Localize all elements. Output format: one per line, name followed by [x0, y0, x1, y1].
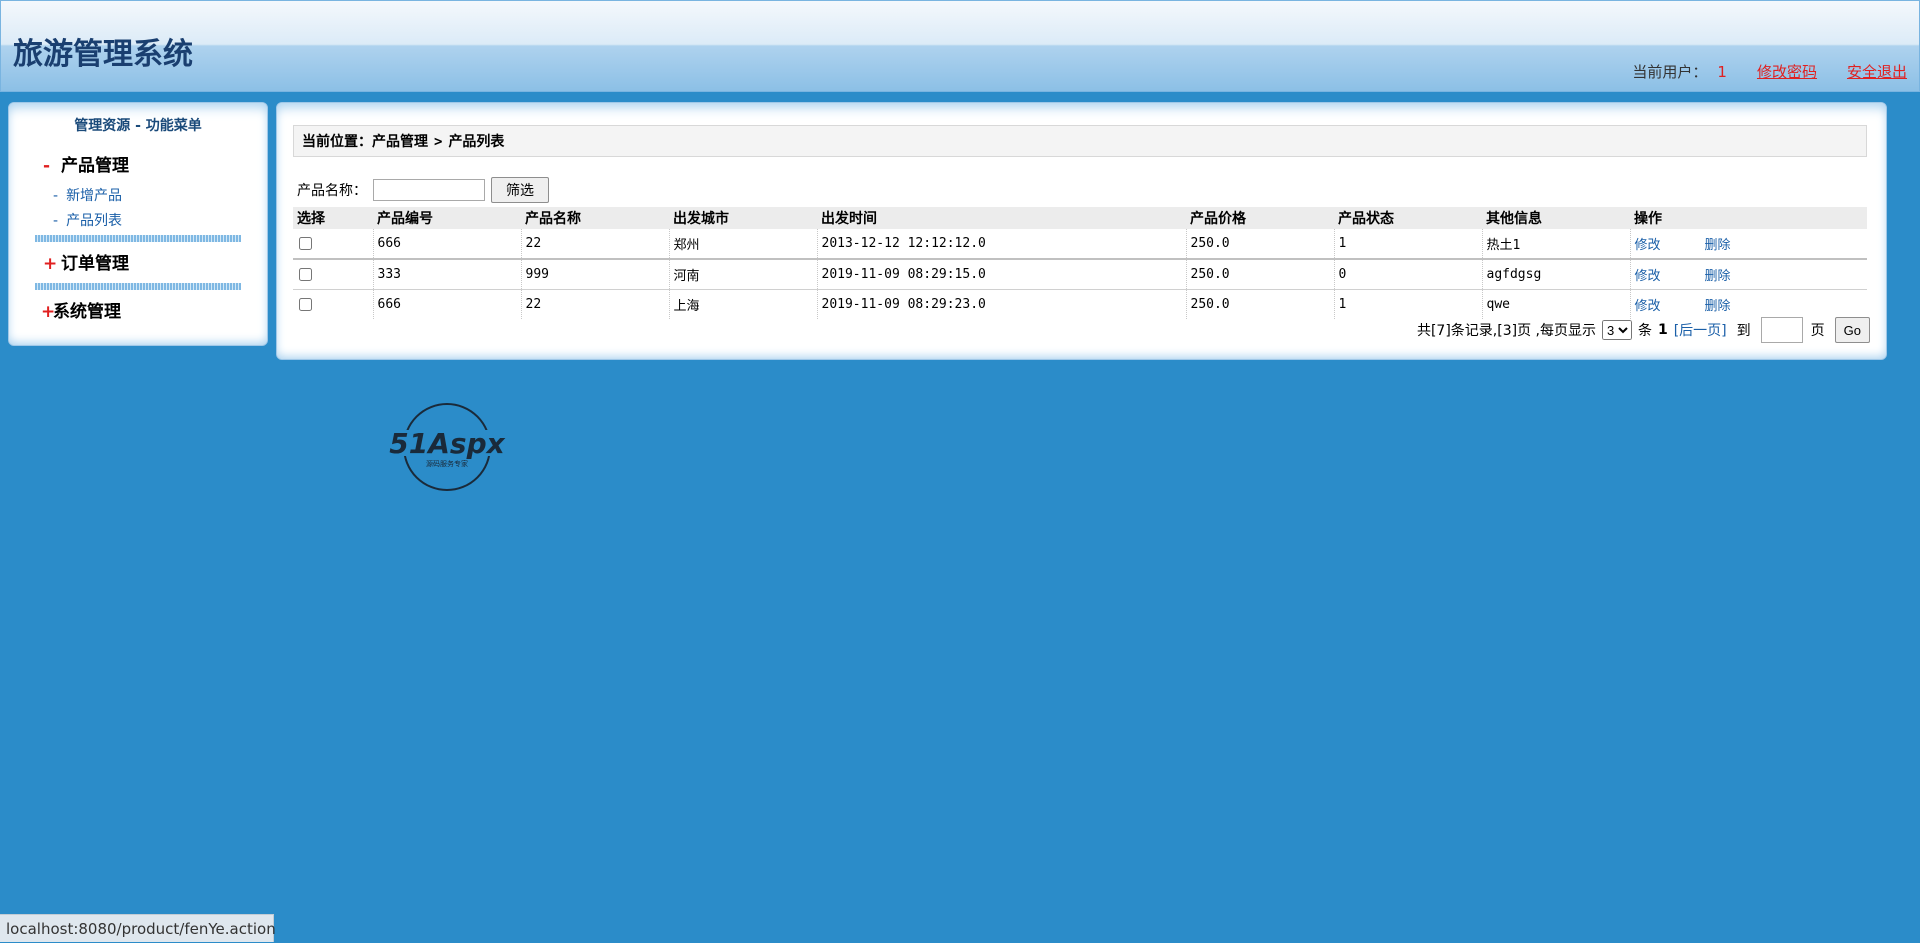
time-cell: 2019-11-09 08:29:23.0	[816, 289, 1186, 319]
page-unit: 页	[1810, 323, 1825, 339]
logo-text: 51Aspx	[389, 427, 505, 460]
status-cell: 0	[1333, 259, 1482, 290]
product-name-input[interactable]	[373, 179, 485, 201]
dash-icon: -	[53, 213, 59, 229]
sidebar-item-label: 新增产品	[66, 188, 123, 204]
breadcrumb-separator: >	[434, 134, 443, 150]
current-page: 1	[1657, 322, 1668, 338]
menu-separator	[35, 235, 241, 242]
expand-icon: +	[41, 302, 56, 322]
filter-button[interactable]: 筛选	[491, 177, 549, 203]
city-cell: 郑州	[668, 229, 817, 260]
table-row: 666 22 上海 2019-11-09 08:29:23.0 250.0 1 …	[293, 289, 1867, 319]
current-user-label: 当前用户：	[1632, 63, 1708, 81]
current-user-value: 1	[1717, 63, 1727, 81]
menu-group-order[interactable]: + 订单管理	[43, 249, 129, 274]
menu-group-system[interactable]: +系统管理	[41, 297, 121, 322]
column-header: 其他信息	[1482, 207, 1630, 229]
time-cell: 2019-11-09 08:29:15.0	[816, 259, 1186, 290]
product-id-cell: 333	[372, 259, 521, 290]
sidebar-item-product-list[interactable]: - 产品列表	[53, 210, 122, 230]
actions-cell: 修改 删除	[1629, 289, 1867, 319]
actions-cell: 修改 删除	[1629, 229, 1867, 260]
price-cell: 250.0	[1185, 259, 1334, 290]
filter-label: 产品名称：	[297, 183, 367, 199]
delete-link[interactable]: 删除	[1705, 238, 1731, 253]
sidebar-item-add-product[interactable]: - 新增产品	[53, 185, 122, 205]
menu-group-label: 产品管理	[61, 156, 129, 176]
info-cell: qwe	[1481, 289, 1630, 319]
city-cell: 上海	[668, 289, 817, 319]
collapse-icon: -	[43, 156, 51, 176]
table-row: 333 999 河南 2019-11-09 08:29:15.0 250.0 0…	[293, 259, 1867, 290]
go-button[interactable]: Go	[1834, 317, 1870, 343]
filter-bar: 产品名称： 筛选	[297, 177, 549, 203]
product-name-cell: 999	[520, 259, 669, 290]
table-row: 666 22 郑州 2013-12-12 12:12:12.0 250.0 1 …	[293, 229, 1867, 260]
product-table: 选择 产品编号 产品名称 出发城市 出发时间 产品价格 产品状态 其他信息 操作…	[293, 207, 1867, 319]
main-panel: 当前位置：产品管理 > 产品列表 产品名称： 筛选 选择 产品编号 产品名称 出发城…	[276, 102, 1887, 360]
status-cell: 1	[1333, 229, 1482, 260]
next-page-link[interactable]: [后一页]	[1674, 320, 1727, 340]
row-select-checkbox[interactable]	[299, 268, 312, 281]
row-select-checkbox[interactable]	[299, 298, 312, 311]
breadcrumb-prefix: 当前位置：产品管理	[302, 134, 428, 150]
change-password-link[interactable]: 修改密码	[1757, 63, 1817, 81]
product-name-cell: 22	[520, 289, 669, 319]
price-cell: 250.0	[1185, 289, 1334, 319]
breadcrumb-current: 产品列表	[448, 134, 505, 150]
header: 旅游管理系统 当前用户： 1 修改密码 安全退出	[0, 0, 1920, 92]
edit-link[interactable]: 修改	[1635, 238, 1661, 253]
info-cell: 热土1	[1481, 229, 1630, 260]
breadcrumb: 当前位置：产品管理 > 产品列表	[293, 125, 1867, 157]
actions-cell: 修改 删除	[1629, 259, 1867, 290]
dash-icon: -	[53, 188, 59, 204]
delete-link[interactable]: 删除	[1705, 299, 1731, 314]
price-cell: 250.0	[1185, 229, 1334, 260]
column-header: 出发城市	[669, 207, 817, 229]
menu-group-product[interactable]: - 产品管理	[43, 151, 129, 176]
column-header: 产品状态	[1334, 207, 1482, 229]
sidebar-item-label: 产品列表	[66, 213, 123, 229]
city-cell: 河南	[668, 259, 817, 290]
sidebar: 管理资源 - 功能菜单 - 产品管理 - 新增产品 - 产品列表 + 订单管理 +系统管…	[8, 102, 268, 346]
logout-link[interactable]: 安全退出	[1847, 63, 1907, 81]
aspx-logo: 51Aspx 源码服务专家	[385, 403, 509, 491]
column-header: 出发时间	[817, 207, 1186, 229]
page-size-select[interactable]: 3	[1601, 320, 1632, 340]
logo-subtitle: 源码服务专家	[426, 459, 468, 468]
time-cell: 2013-12-12 12:12:12.0	[816, 229, 1186, 260]
column-header: 选择	[293, 207, 373, 229]
pager-summary: 共[7]条记录,[3]页 ,每页显示	[1416, 323, 1596, 339]
edit-link[interactable]: 修改	[1635, 269, 1661, 284]
edit-link[interactable]: 修改	[1635, 299, 1661, 314]
user-bar: 当前用户： 1 修改密码 安全退出	[1632, 61, 1907, 82]
app-title: 旅游管理系统	[13, 37, 193, 72]
sidebar-title: 管理资源 - 功能菜单	[74, 118, 202, 134]
status-cell: 1	[1333, 289, 1482, 319]
row-select-checkbox[interactable]	[299, 237, 312, 250]
product-id-cell: 666	[372, 289, 521, 319]
product-id-cell: 666	[372, 229, 521, 260]
page-size-unit: 条	[1637, 323, 1652, 339]
table-header-row: 选择 产品编号 产品名称 出发城市 出发时间 产品价格 产品状态 其他信息 操作	[293, 207, 1867, 229]
column-header: 产品价格	[1186, 207, 1334, 229]
delete-link[interactable]: 删除	[1705, 269, 1731, 284]
product-name-cell: 22	[520, 229, 669, 260]
pager: 共[7]条记录,[3]页 ,每页显示 3 条 1 [后一页] 到 页 Go	[1417, 317, 1870, 343]
goto-page-input[interactable]	[1760, 317, 1803, 343]
expand-icon: +	[43, 254, 58, 274]
menu-separator	[35, 283, 241, 290]
menu-group-label: 订单管理	[61, 254, 129, 274]
browser-status-url: localhost:8080/product/fenYe.action	[0, 914, 276, 942]
column-header: 产品编号	[373, 207, 521, 229]
column-header: 操作	[1630, 207, 1867, 229]
goto-label: 到	[1736, 323, 1751, 339]
menu-group-label: 系统管理	[53, 302, 121, 322]
column-header: 产品名称	[521, 207, 669, 229]
info-cell: agfdgsg	[1481, 259, 1630, 290]
